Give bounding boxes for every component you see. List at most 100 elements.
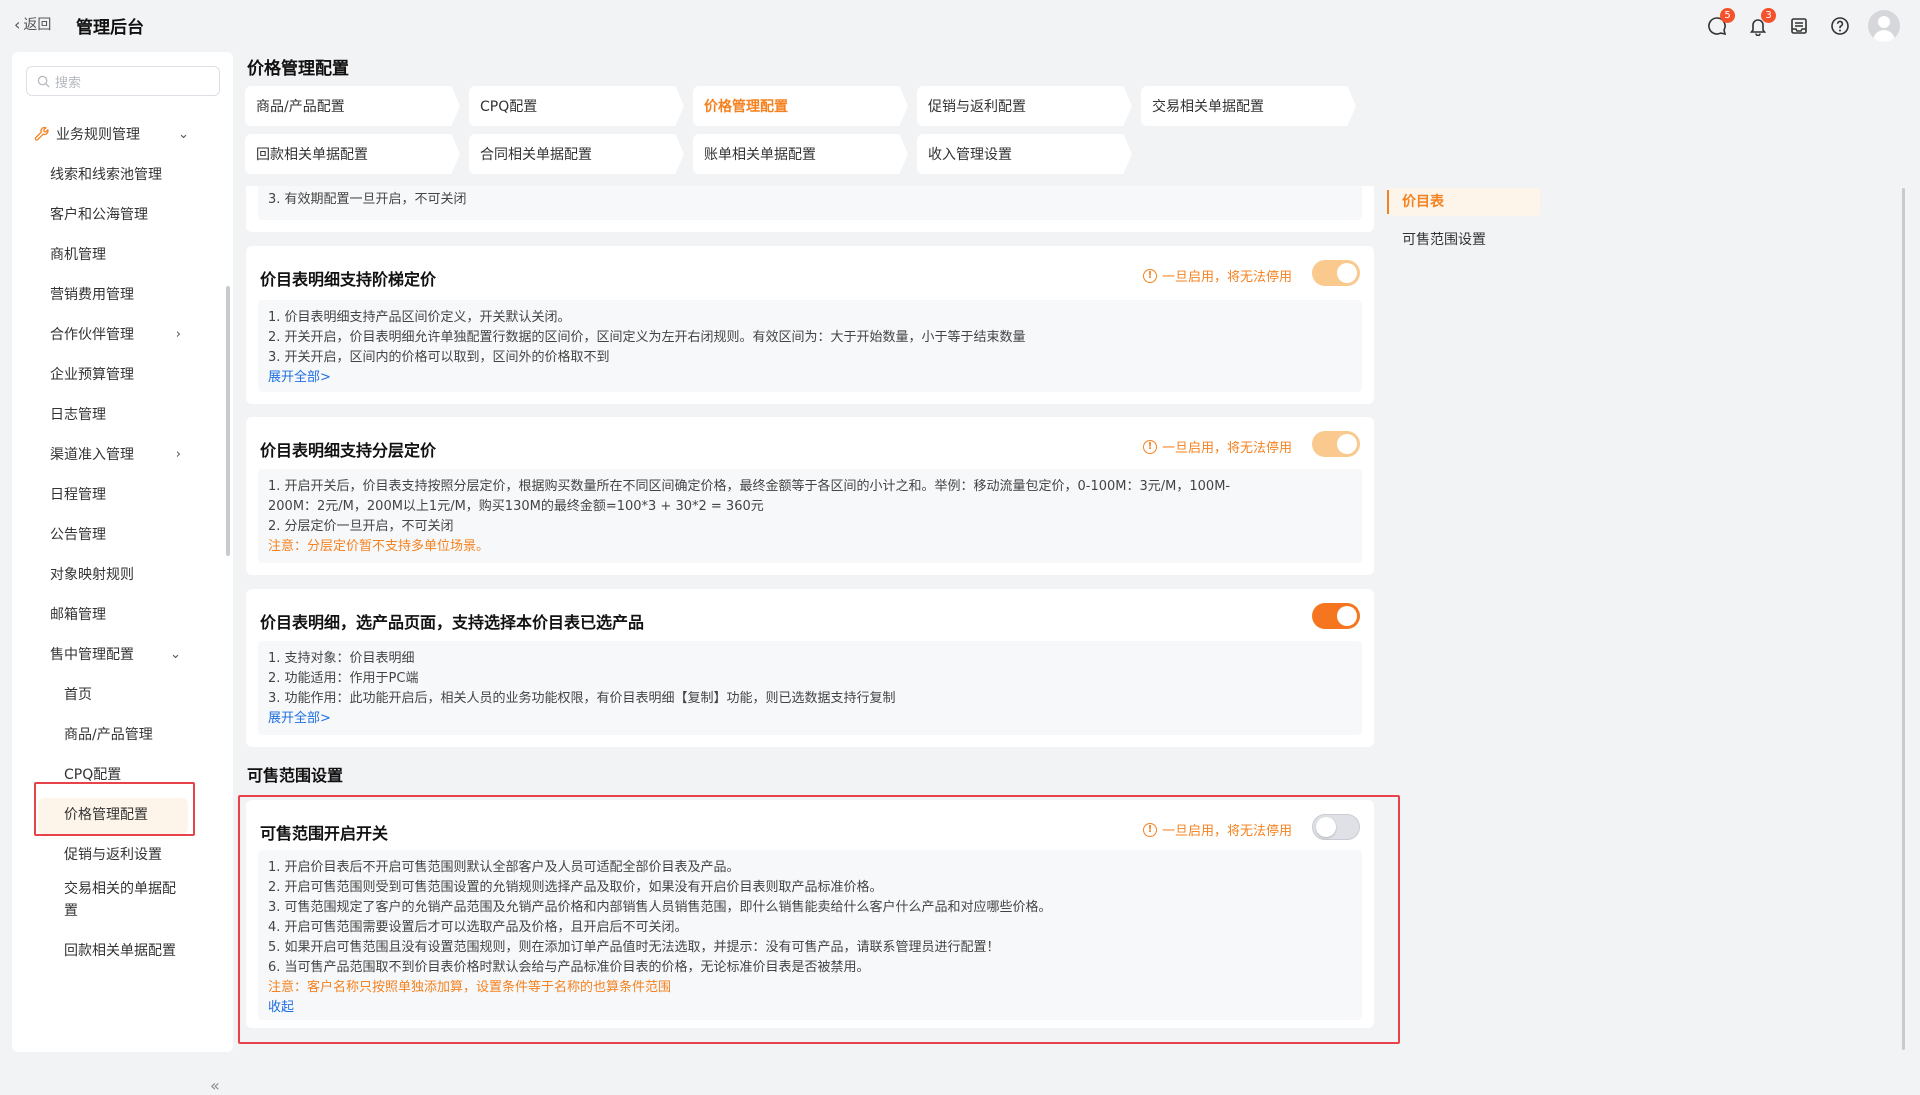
sidebar-subitem-trade-docs[interactable]: 交易相关的单据配置: [12, 874, 233, 936]
sidebar-item-marketing-costs[interactable]: 营销费用管理: [12, 274, 233, 314]
sidebar-item-label: 渠道准入管理: [50, 447, 134, 463]
layered-pricing-toggle[interactable]: [1312, 431, 1360, 457]
sidebar-item-label: 公告管理: [50, 527, 106, 543]
tab-revenue-settings[interactable]: 收入管理设置: [917, 134, 1132, 174]
expand-all-link[interactable]: 展开全部>: [268, 368, 1352, 388]
desc-line: 1. 价目表明细支持产品区间价定义，开关默认关闭。: [268, 310, 571, 325]
card-title: 价目表明细支持分层定价: [260, 441, 437, 460]
sidebar-item-customers[interactable]: 客户和公海管理: [12, 194, 233, 234]
warning-text: ! 一旦启用，将无法停用: [1142, 266, 1292, 285]
tab-label: 促销与返利配置: [928, 99, 1026, 115]
sidebar-item-in-sales-config[interactable]: 售中管理配置 ⌄: [12, 634, 233, 674]
sidebar-item-label: 日志管理: [50, 407, 106, 423]
sidebar-item-schedule[interactable]: 日程管理: [12, 474, 233, 514]
sidebar-item-channel-access[interactable]: 渠道准入管理 ›: [12, 434, 233, 474]
back-button[interactable]: ‹ 返回: [14, 14, 51, 34]
warning-text: ! 一旦启用，将无法停用: [1142, 437, 1292, 456]
card-title: 价目表明细支持阶梯定价: [260, 270, 437, 289]
desc-line: 1. 开启开关后，价目表支持按照分层定价，根据购买数量所在不同区间确定价格，最终…: [268, 479, 1231, 494]
warning-icon: !: [1142, 268, 1157, 283]
sidebar-subitem-promotions[interactable]: 促销与返利设置: [12, 834, 233, 874]
toggle-knob: [1337, 263, 1357, 283]
sidebar-item-announcements[interactable]: 公告管理: [12, 514, 233, 554]
sidebar-item-opportunities[interactable]: 商机管理: [12, 234, 233, 274]
sidebar-item-label: 日程管理: [50, 487, 106, 503]
sidebar-item-label: CPQ配置: [64, 767, 122, 783]
tab-label: 回款相关单据配置: [256, 147, 368, 163]
desc-line: 2. 功能适用：作用于PC端: [268, 671, 419, 686]
tasks-button[interactable]: [1785, 12, 1813, 40]
sidebar-item-object-mapping[interactable]: 对象映射规则: [12, 554, 233, 594]
sidebar-item-label: 交易相关的单据配置: [64, 881, 176, 919]
desc-line: 2. 开关开启，价目表明细允许单独配置行数据的区间价，区间定义为左开右闭规则。有…: [268, 330, 1026, 345]
chevron-down-icon: ⌄: [170, 646, 181, 662]
anchor-item-sale-scope[interactable]: 可售范围设置: [1388, 226, 1540, 254]
partial-card: 3. 有效期配置一旦开启，不可关闭: [246, 186, 1374, 232]
search-input[interactable]: 搜索: [26, 66, 220, 96]
tab-label: 交易相关单据配置: [1152, 99, 1264, 115]
sidebar-subitem-payment-docs[interactable]: 回款相关单据配置: [12, 936, 233, 998]
main-scrollbar[interactable]: [1902, 188, 1905, 1050]
wrench-icon: [34, 126, 49, 141]
expand-all-link[interactable]: 展开全部>: [268, 709, 1352, 729]
card-description: 1. 开启开关后，价目表支持按照分层定价，根据购买数量所在不同区间确定价格，最终…: [258, 469, 1362, 563]
sidebar-item-label: 商机管理: [50, 247, 106, 263]
tiered-pricing-toggle[interactable]: [1312, 260, 1360, 286]
sidebar-item-leads[interactable]: 线索和线索池管理: [12, 154, 233, 194]
sidebar-item-logs[interactable]: 日志管理: [12, 394, 233, 434]
sidebar-item-label: 商品/产品管理: [64, 727, 153, 743]
tab-bill-docs[interactable]: 账单相关单据配置: [693, 134, 908, 174]
tab-trade-docs[interactable]: 交易相关单据配置: [1141, 86, 1356, 126]
section-title-sale-scope: 可售范围设置: [247, 766, 344, 785]
warning-label: 一旦启用，将无法停用: [1161, 270, 1292, 285]
sidebar-item-label: 营销费用管理: [50, 287, 134, 303]
chevron-left-icon: ‹: [14, 14, 21, 34]
sidebar-item-label: 售中管理配置: [50, 647, 134, 663]
sidebar-scrollbar[interactable]: [226, 286, 230, 556]
sidebar-item-partners[interactable]: 合作伙伴管理 ›: [12, 314, 233, 354]
desc-line: 1. 支持对象：价目表明细: [268, 651, 415, 666]
top-bar: ‹ 返回 管理后台 5 3: [0, 0, 1920, 50]
tab-label: 价格管理配置: [704, 99, 788, 115]
anchor-item-price-list[interactable]: 价目表: [1388, 188, 1540, 216]
sidebar-item-label: 对象映射规则: [50, 567, 134, 583]
select-products-card: 价目表明细，选产品页面，支持选择本价目表已选产品 1. 支持对象：价目表明细 2…: [246, 589, 1374, 747]
tab-payment-docs[interactable]: 回款相关单据配置: [245, 134, 460, 174]
sidebar-item-label: 线索和线索池管理: [50, 167, 162, 183]
sidebar-item-label: 促销与返利设置: [64, 847, 162, 863]
tab-label: 商品/产品配置: [256, 99, 345, 115]
back-label: 返回: [23, 17, 52, 33]
notification-button[interactable]: 3: [1744, 8, 1776, 40]
tab-price-management[interactable]: 价格管理配置: [693, 86, 908, 126]
sidebar-subitem-home[interactable]: 首页: [12, 674, 233, 714]
help-button[interactable]: [1826, 12, 1854, 40]
warning-icon: !: [1142, 439, 1157, 454]
sidebar: 搜索 业务规则管理 ⌄ 线索和线索池管理 客户和公海管理 商机管理 营销费用管理…: [12, 52, 233, 1095]
tab-cpq-config[interactable]: CPQ配置: [469, 86, 684, 126]
app-title: 管理后台: [76, 18, 144, 38]
top-icons: 5 3: [1690, 8, 1900, 42]
toggle-knob: [1337, 606, 1357, 626]
collapse-sidebar-button[interactable]: «: [210, 1076, 220, 1095]
chevron-right-icon: ›: [175, 326, 181, 342]
sidebar-item-label: 价格管理配置: [64, 807, 148, 823]
chat-button[interactable]: 5: [1703, 8, 1735, 40]
search-placeholder: 搜索: [55, 75, 82, 91]
desc-line: 3. 开关开启，区间内的价格可以取到，区间外的价格取不到: [268, 350, 610, 365]
sidebar-item-label: 客户和公海管理: [50, 207, 148, 223]
sidebar-item-budget[interactable]: 企业预算管理: [12, 354, 233, 394]
toggle-knob: [1337, 434, 1357, 454]
tab-contract-docs[interactable]: 合同相关单据配置: [469, 134, 684, 174]
tab-label: CPQ配置: [480, 99, 538, 115]
desc-line: 200M：2元/M，200M以上1元/M，购买130M的最终金额=100*3 +…: [268, 499, 764, 514]
tab-product-config[interactable]: 商品/产品配置: [245, 86, 460, 126]
select-products-toggle[interactable]: [1312, 603, 1360, 629]
sidebar-item-label: 合作伙伴管理: [50, 327, 134, 343]
card-title: 价目表明细，选产品页面，支持选择本价目表已选产品: [260, 613, 645, 632]
tab-promotion-config[interactable]: 促销与返利配置: [917, 86, 1132, 126]
sidebar-group-business-rules[interactable]: 业务规则管理 ⌄: [12, 114, 233, 154]
sidebar-item-label: 回款相关单据配置: [64, 943, 176, 959]
sidebar-item-mailbox[interactable]: 邮箱管理: [12, 594, 233, 634]
sidebar-subitem-products[interactable]: 商品/产品管理: [12, 714, 233, 754]
avatar[interactable]: [1868, 10, 1900, 42]
